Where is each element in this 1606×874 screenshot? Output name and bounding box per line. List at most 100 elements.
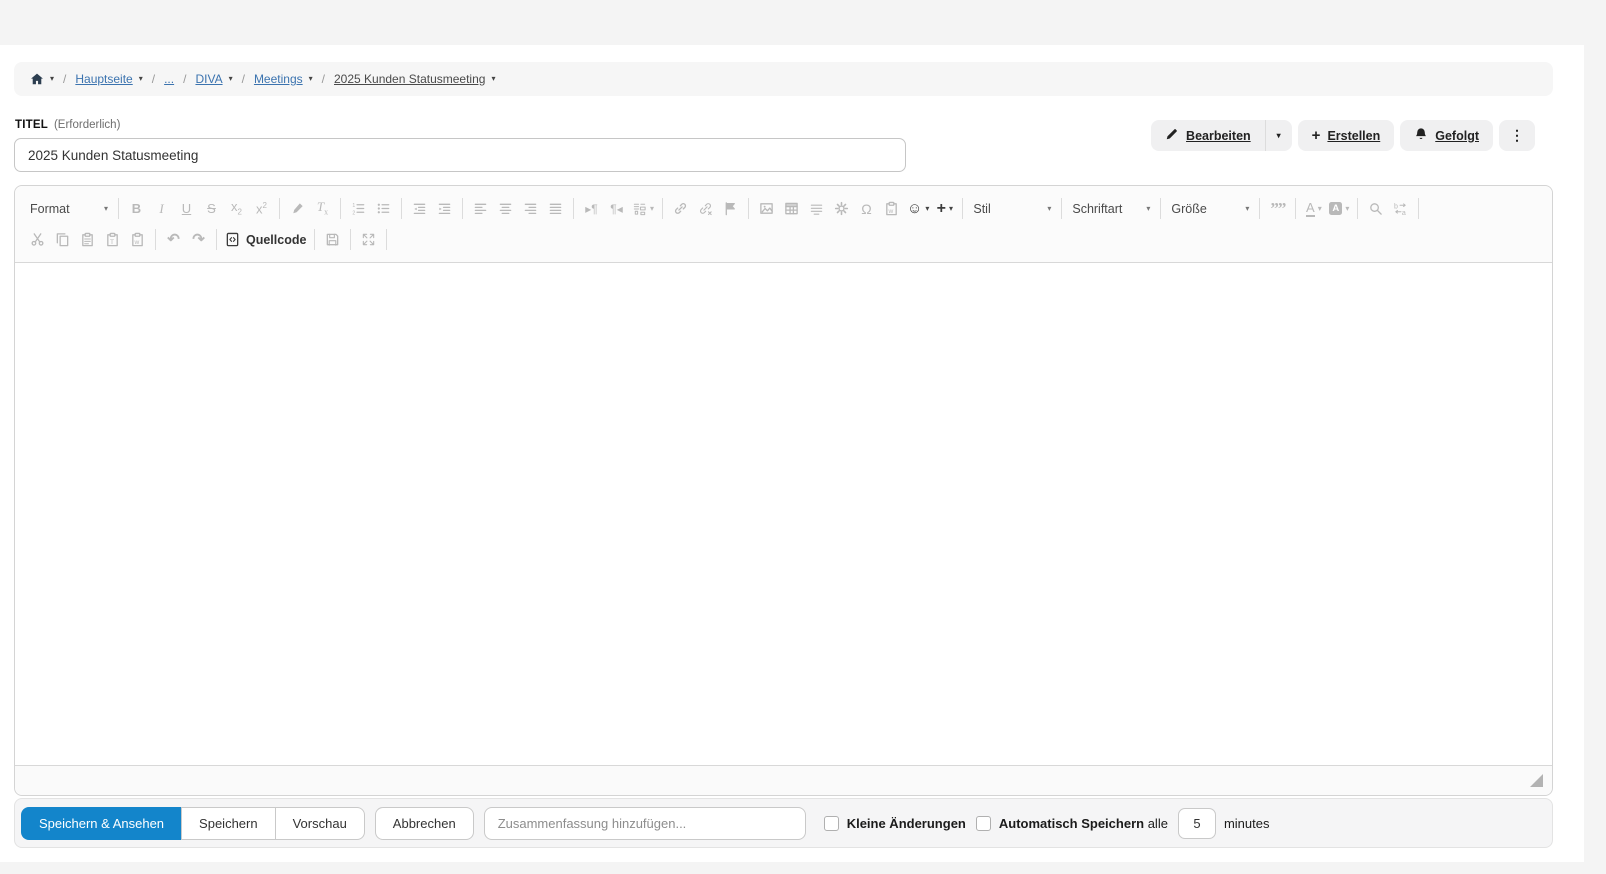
- breadcrumb-separator: /: [321, 72, 325, 86]
- chevron-down-icon: ▾: [949, 203, 954, 213]
- title-input[interactable]: [14, 138, 906, 172]
- paste-button[interactable]: [75, 227, 100, 252]
- preview-button[interactable]: Vorschau: [274, 806, 365, 840]
- chevron-down-icon: ▾: [1276, 130, 1281, 140]
- redo-icon: ↷: [192, 231, 205, 248]
- numbered-list-button[interactable]: 12: [346, 196, 371, 221]
- plus-icon: +: [936, 199, 947, 217]
- summary-input[interactable]: [483, 806, 806, 840]
- justify-button[interactable]: [543, 196, 568, 221]
- language-icon: [632, 201, 647, 216]
- insert-image-button[interactable]: [754, 196, 779, 221]
- text-direction-ltr-button[interactable]: ▸¶: [579, 196, 604, 221]
- background-color-button[interactable]: A ▾: [1326, 196, 1352, 221]
- edit-button[interactable]: Bearbeiten: [1151, 120, 1265, 151]
- style-dropdown[interactable]: Stil ▾: [968, 196, 1056, 221]
- save-and-view-button[interactable]: Speichern & Ansehen: [21, 806, 182, 840]
- breadcrumb-link[interactable]: Hauptseite: [75, 72, 132, 86]
- chevron-down-icon[interactable]: ▾: [139, 75, 143, 83]
- chevron-down-icon[interactable]: ▾: [229, 75, 233, 83]
- save-button[interactable]: Speichern: [181, 806, 275, 840]
- align-right-button[interactable]: [518, 196, 543, 221]
- bookmark-button[interactable]: [718, 196, 743, 221]
- replace-button[interactable]: ba: [1388, 196, 1413, 221]
- autosave-checkbox[interactable]: [975, 815, 991, 831]
- more-actions-button[interactable]: ⋮: [1499, 120, 1535, 151]
- align-left-button[interactable]: [468, 196, 493, 221]
- paste-from-office-button[interactable]: w: [879, 196, 904, 221]
- editor-toolbar-row2: Tw ↶ ↷ Quellcode: [25, 224, 1542, 255]
- italic-button[interactable]: I: [149, 196, 174, 221]
- remove-format-button[interactable]: Tx: [310, 196, 335, 221]
- chevron-down-icon: ▾: [925, 203, 930, 213]
- size-dropdown[interactable]: Größe ▾: [1166, 196, 1254, 221]
- language-button[interactable]: ▾: [629, 196, 657, 221]
- special-character-button[interactable]: Ω: [854, 196, 879, 221]
- form-actions-bar: Speichern & Ansehen Speichern Vorschau A…: [14, 798, 1553, 848]
- copy-formatting-button[interactable]: [285, 196, 310, 221]
- text-direction-rtl-button[interactable]: ¶◂: [604, 196, 629, 221]
- subscript-icon: x2: [231, 199, 242, 217]
- create-button[interactable]: + Erstellen: [1297, 120, 1395, 151]
- bgcolor-icon: A: [1329, 202, 1343, 215]
- home-icon[interactable]: [30, 72, 44, 86]
- underline-button[interactable]: U: [174, 196, 199, 221]
- redo-button[interactable]: ↷: [186, 227, 211, 252]
- horizontal-line-button[interactable]: [804, 196, 829, 221]
- subscript-button[interactable]: x2: [224, 196, 249, 221]
- maximize-button[interactable]: [356, 227, 381, 252]
- cancel-button[interactable]: Abbrechen: [374, 806, 474, 840]
- strikethrough-button[interactable]: S: [199, 196, 224, 221]
- breadcrumb-link[interactable]: ...: [164, 72, 174, 86]
- emoji-button[interactable]: ☺ ▾: [904, 196, 932, 221]
- breadcrumb-link[interactable]: DIVA: [195, 72, 222, 86]
- follow-button[interactable]: Gefolgt: [1400, 120, 1493, 151]
- autosave-option: Automatisch Speichern alle: [975, 815, 1168, 831]
- autosave-minutes-input[interactable]: [1177, 807, 1216, 839]
- chevron-down-icon[interactable]: ▾: [309, 75, 313, 83]
- increase-indent-button[interactable]: [432, 196, 457, 221]
- font-dropdown[interactable]: Schriftart ▾: [1067, 196, 1155, 221]
- breadcrumb-link[interactable]: 2025 Kunden Statusmeeting: [334, 72, 485, 86]
- edit-dropdown-button[interactable]: ▾: [1264, 120, 1292, 151]
- find-button[interactable]: [1363, 196, 1388, 221]
- save-button[interactable]: [320, 227, 345, 252]
- text-color-button[interactable]: A ▾: [1301, 196, 1326, 221]
- resize-handle[interactable]: [1530, 774, 1543, 787]
- undo-button[interactable]: ↶: [161, 227, 186, 252]
- insert-table-button[interactable]: [779, 196, 804, 221]
- decrease-indent-button[interactable]: [407, 196, 432, 221]
- chevron-down-icon: ▾: [103, 203, 108, 213]
- textcolor-icon: A: [1306, 199, 1315, 217]
- bulleted-list-button[interactable]: [371, 196, 396, 221]
- copy-button[interactable]: [50, 227, 75, 252]
- paste-as-text-button[interactable]: T: [100, 227, 125, 252]
- align-center-button[interactable]: [493, 196, 518, 221]
- svg-text:T: T: [110, 239, 114, 246]
- outdent-icon: [412, 201, 427, 216]
- bell-icon: [1414, 127, 1428, 144]
- removeformat-icon: Tx: [316, 199, 329, 217]
- quick-insert-button[interactable]: + ▾: [932, 196, 957, 221]
- home-dropdown-caret-icon[interactable]: ▾: [50, 75, 54, 83]
- minor-edit-checkbox[interactable]: [823, 815, 839, 831]
- insert-macro-button[interactable]: [829, 196, 854, 221]
- source-button-label: Quellcode: [246, 232, 307, 247]
- rich-text-editor: Format ▾ B I U Sx2 x2 Tx 1 2 ▸¶ ¶◂ ▾ Ωw ☺ ▾ + ▾ Stil ▾ Schri…: [14, 185, 1553, 796]
- editor-content-area[interactable]: [15, 263, 1552, 765]
- page-action-buttons: Bearbeiten ▾ + Erstellen Gefolgt ⋮: [1151, 120, 1535, 151]
- remove-link-button[interactable]: [693, 196, 718, 221]
- superscript-button[interactable]: x2: [249, 196, 274, 221]
- format-dropdown[interactable]: Format ▾: [25, 196, 113, 221]
- paste-from-word-button[interactable]: w: [125, 227, 150, 252]
- bookmark-icon: [723, 201, 738, 216]
- bold-button[interactable]: B: [124, 196, 149, 221]
- breadcrumb-link[interactable]: Meetings: [254, 72, 303, 86]
- cut-button[interactable]: [25, 227, 50, 252]
- chevron-down-icon[interactable]: ▾: [491, 75, 495, 83]
- bold-icon: B: [131, 201, 142, 216]
- source-button[interactable]: Quellcode: [222, 227, 309, 252]
- insert-link-button[interactable]: [668, 196, 693, 221]
- toolbar-separator: [216, 229, 217, 250]
- blockquote-button[interactable]: ””: [1265, 196, 1290, 221]
